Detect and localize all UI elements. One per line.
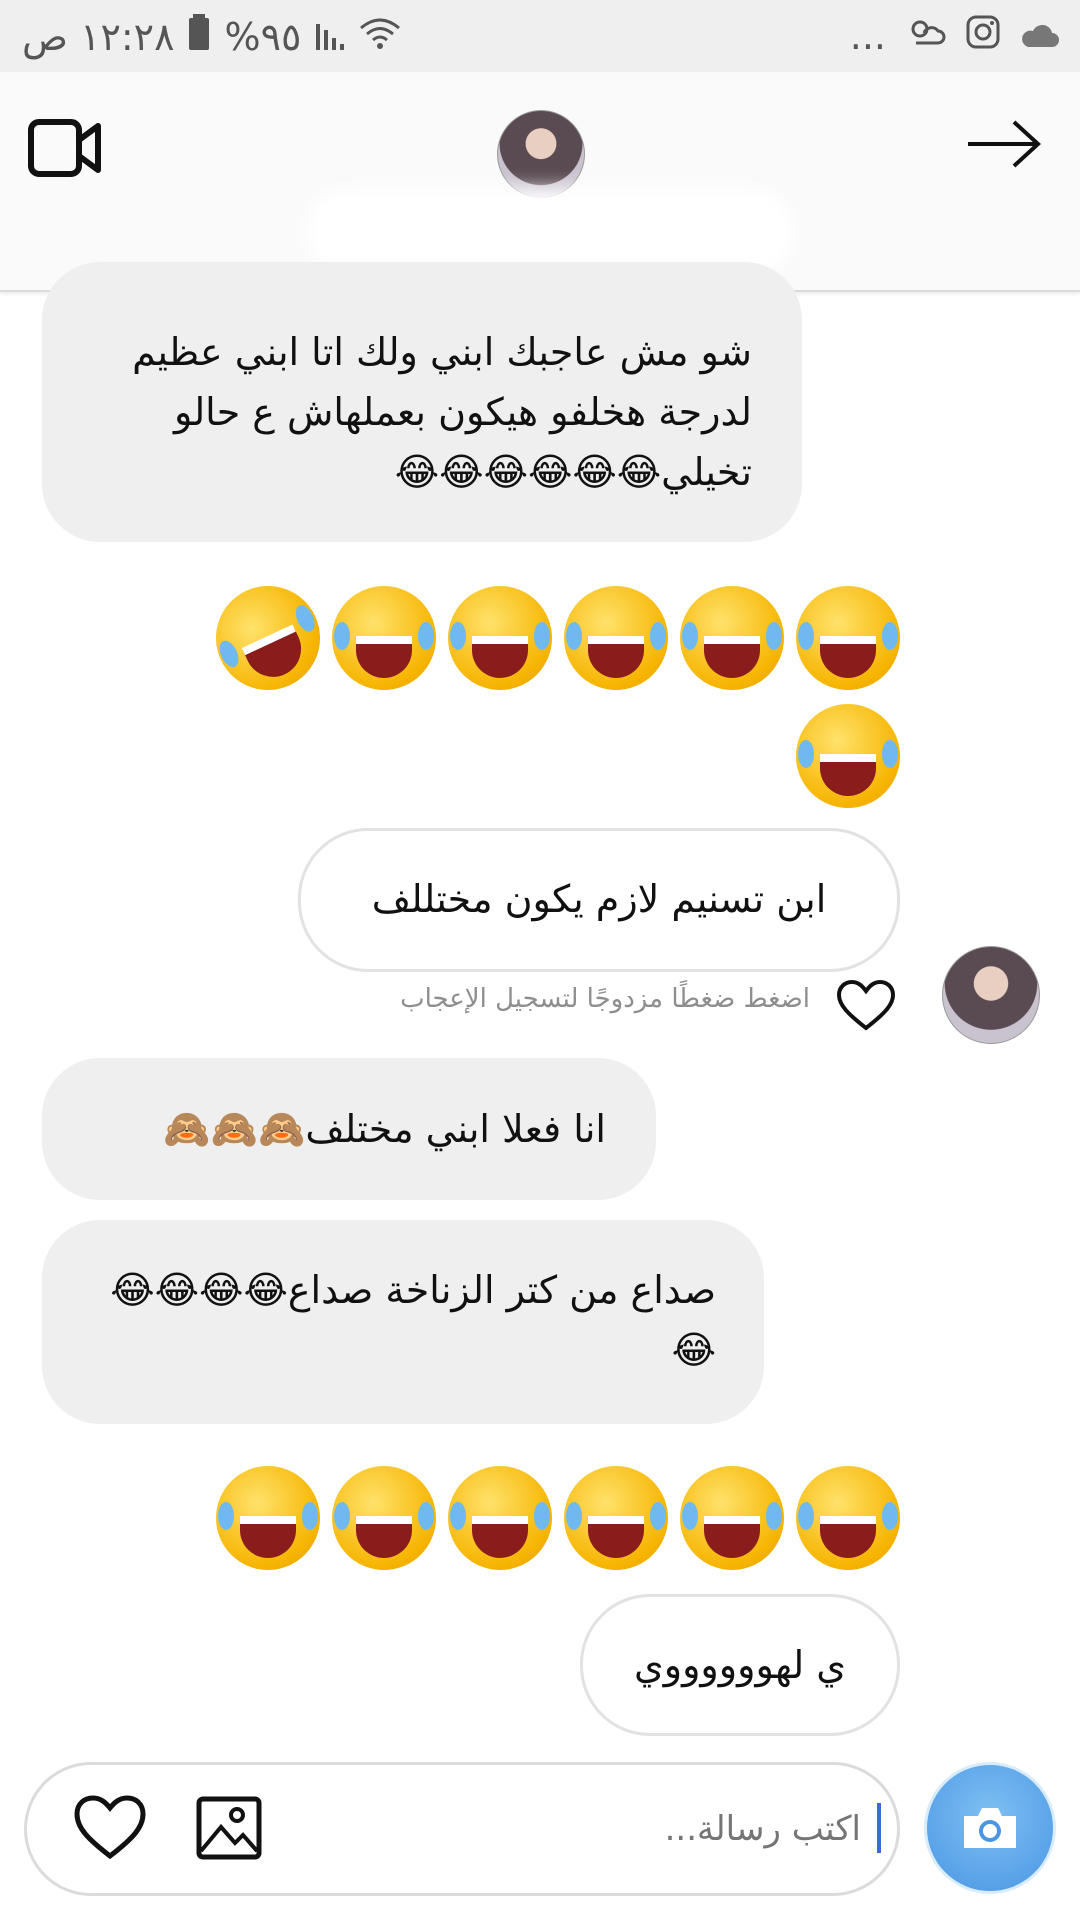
signal-icon xyxy=(315,15,345,59)
message-text: ي لهووووووي xyxy=(633,1643,847,1687)
message-composer xyxy=(24,1762,900,1896)
video-call-button[interactable] xyxy=(28,116,104,180)
double-tap-like-hint: اضغط ضغطًا مزدوجًا لتسجيل الإعجاب xyxy=(400,984,810,1014)
more-dots: ... xyxy=(849,14,886,58)
sender-avatar[interactable] xyxy=(942,946,1040,1044)
wifi-icon xyxy=(359,15,401,59)
instagram-icon xyxy=(966,14,1000,58)
status-bar: ١٢:٢٨ ص %٩٥ ... xyxy=(0,0,1080,72)
tears-of-joy-emoji xyxy=(332,586,436,690)
cloud-icon xyxy=(1020,14,1060,58)
camera-button[interactable] xyxy=(924,1762,1056,1894)
battery-level: %٩٥ xyxy=(224,14,302,59)
message-text: ابن تسنيم لازم يكون مختللف xyxy=(371,877,827,921)
contact-name[interactable] xyxy=(320,202,780,262)
send-heart-button[interactable] xyxy=(73,1795,147,1861)
weather-icon xyxy=(906,14,946,58)
chat-header xyxy=(0,72,1080,292)
message-input[interactable] xyxy=(327,1793,887,1865)
image-icon xyxy=(196,1796,262,1860)
emoji-message[interactable] xyxy=(198,568,900,808)
heart-icon xyxy=(74,1795,146,1860)
status-right: ... xyxy=(850,14,1060,58)
tears-of-joy-emoji xyxy=(564,586,668,690)
tears-of-joy-emoji xyxy=(796,1466,900,1570)
emoji-message[interactable] xyxy=(210,1466,900,1570)
camera-icon xyxy=(964,1808,1016,1848)
message-bubble-outgoing[interactable]: ي لهووووووي xyxy=(580,1594,900,1736)
message-text: شو مش عاجبك ابني ولك اتا ابني عظيم لدرجة… xyxy=(132,330,752,494)
message-text: صداع من كتر الزناخة صداع😂😂😂😂😂 xyxy=(110,1268,716,1372)
rolling-laughing-emoji xyxy=(198,568,338,708)
text-cursor xyxy=(877,1803,881,1853)
message-bubble-outgoing[interactable]: ابن تسنيم لازم يكون مختللف xyxy=(298,828,900,972)
tears-of-joy-emoji xyxy=(216,1466,320,1570)
tears-of-joy-emoji xyxy=(564,1466,668,1570)
battery-icon xyxy=(188,14,210,59)
message-text: انا فعلا ابني مختلف🙈🙈🙈 xyxy=(163,1107,606,1151)
video-camera-icon xyxy=(28,119,101,177)
tears-of-joy-emoji xyxy=(680,586,784,690)
status-left: ١٢:٢٨ ص %٩٥ xyxy=(22,14,401,59)
tears-of-joy-emoji xyxy=(680,1466,784,1570)
message-bubble-incoming[interactable]: انا فعلا ابني مختلف🙈🙈🙈 xyxy=(42,1058,656,1200)
clock: ١٢:٢٨ ص xyxy=(22,14,175,59)
heart-icon xyxy=(836,979,896,1031)
tears-of-joy-emoji xyxy=(448,586,552,690)
back-button[interactable] xyxy=(966,118,1042,170)
contact-avatar[interactable] xyxy=(497,110,585,198)
message-bubble-incoming[interactable]: صداع من كتر الزناخة صداع😂😂😂😂😂 xyxy=(42,1220,764,1424)
message-bubble-incoming[interactable]: شو مش عاجبك ابني ولك اتا ابني عظيم لدرجة… xyxy=(42,262,802,542)
tears-of-joy-emoji xyxy=(448,1466,552,1570)
tears-of-joy-emoji xyxy=(796,704,900,808)
gallery-button[interactable] xyxy=(195,1795,263,1861)
like-button[interactable] xyxy=(836,979,896,1032)
tears-of-joy-emoji xyxy=(332,1466,436,1570)
arrow-right-icon xyxy=(968,120,1041,168)
tears-of-joy-emoji xyxy=(796,586,900,690)
